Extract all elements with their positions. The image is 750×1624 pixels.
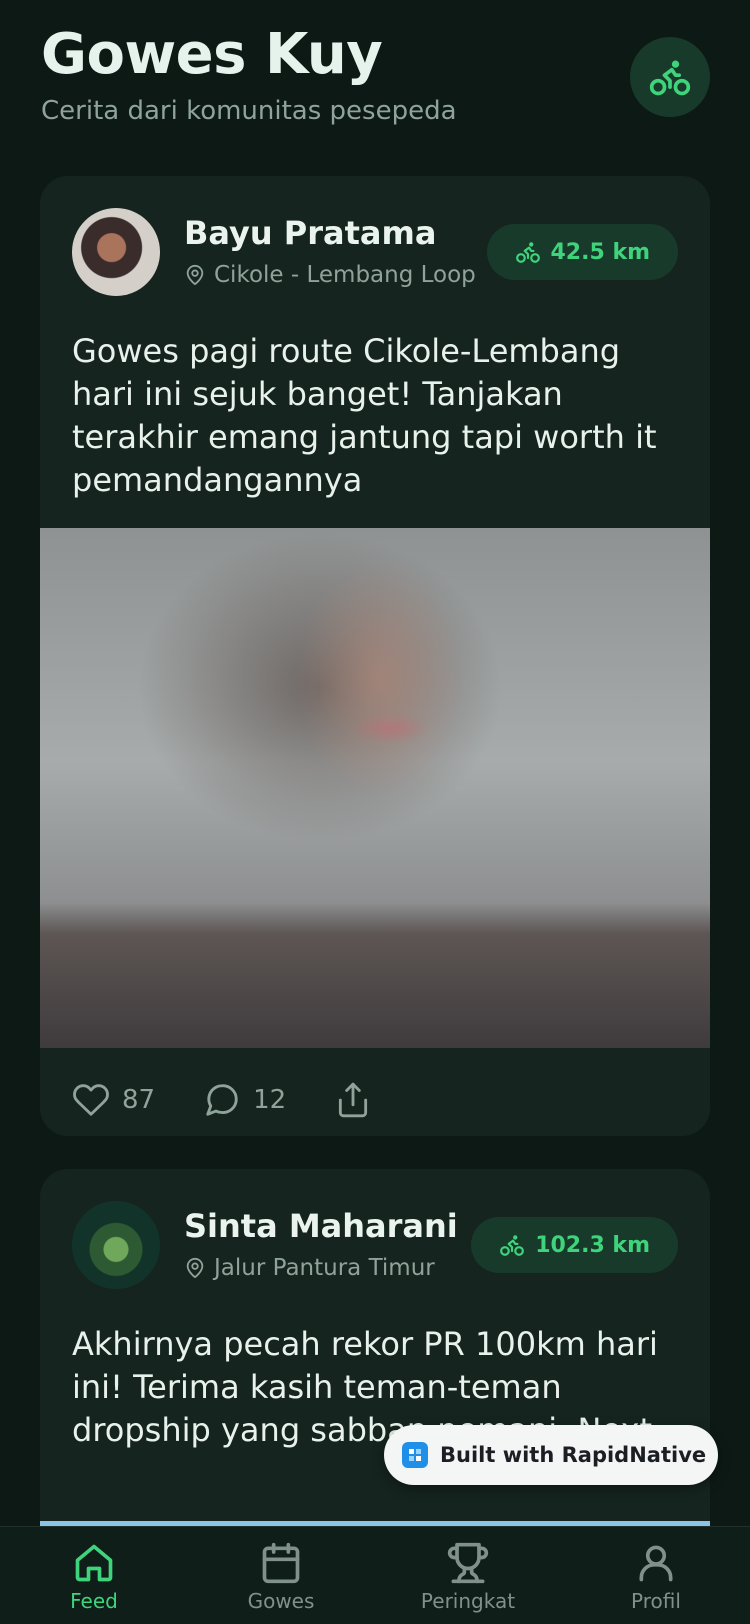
tab-profil[interactable]: Profil	[596, 1541, 716, 1613]
distance-badge: 102.3 km	[471, 1217, 678, 1273]
tab-gowes[interactable]: Gowes	[221, 1541, 341, 1613]
built-with-badge[interactable]: Built with RapidNative	[384, 1425, 718, 1485]
heart-icon	[73, 1084, 109, 1116]
bike-icon[interactable]	[630, 37, 710, 117]
tab-label: Feed	[70, 1589, 118, 1613]
calendar-icon	[262, 1542, 300, 1584]
bike-icon	[500, 1235, 525, 1256]
share-icon	[339, 1082, 368, 1118]
map-pin-icon	[186, 264, 204, 286]
share-button[interactable]	[334, 1081, 372, 1119]
map-pin-icon	[186, 1257, 204, 1279]
trophy-icon	[447, 1542, 489, 1584]
avatar[interactable]	[72, 208, 160, 296]
location-label: Jalur Pantura Timur	[214, 1255, 435, 1281]
location-label: Cikole - Lembang Loop	[214, 262, 476, 288]
tab-feed[interactable]: Feed	[34, 1541, 154, 1613]
user-icon	[639, 1545, 673, 1582]
bike-icon	[515, 242, 540, 263]
tab-label: Gowes	[247, 1589, 315, 1613]
home-icon	[75, 1544, 113, 1582]
rapidnative-logo-icon	[402, 1442, 428, 1468]
distance-value: 42.5 km	[550, 239, 651, 265]
comment-count: 12	[253, 1085, 287, 1115]
tab-label: Peringkat	[420, 1589, 516, 1613]
post-text: Gowes pagi route Cikole-Lembang hari ini…	[72, 332, 657, 499]
app-title: Gowes Kuy	[41, 22, 383, 87]
like-button[interactable]: 87	[72, 1081, 155, 1119]
user-name[interactable]: Sinta Maharani	[184, 1207, 458, 1245]
post-image[interactable]	[40, 528, 710, 1048]
bottom-tab-bar: Feed Gowes Peringkat Profil	[0, 1526, 750, 1624]
tab-label: Profil	[631, 1589, 681, 1613]
post-location: Jalur Pantura Timur	[184, 1255, 435, 1281]
avatar[interactable]	[72, 1201, 160, 1289]
distance-badge: 42.5 km	[486, 224, 678, 280]
tab-peringkat[interactable]: Peringkat	[408, 1541, 528, 1613]
comment-button[interactable]: 12	[203, 1081, 286, 1119]
header: Gowes Kuy Cerita dari komunitas pesepeda	[41, 20, 457, 126]
comment-icon	[206, 1084, 238, 1116]
built-with-label: Built with RapidNative	[440, 1443, 707, 1467]
user-name[interactable]: Bayu Pratama	[184, 214, 436, 252]
app-subtitle: Cerita dari komunitas pesepeda	[41, 96, 457, 126]
distance-value: 102.3 km	[535, 1232, 650, 1258]
post-actions: 87 12	[72, 1072, 420, 1128]
like-count: 87	[122, 1085, 156, 1115]
post-card[interactable]: Bayu Pratama Cikole - Lembang Loop 42.5 …	[40, 176, 710, 1136]
post-location: Cikole - Lembang Loop	[184, 262, 476, 288]
